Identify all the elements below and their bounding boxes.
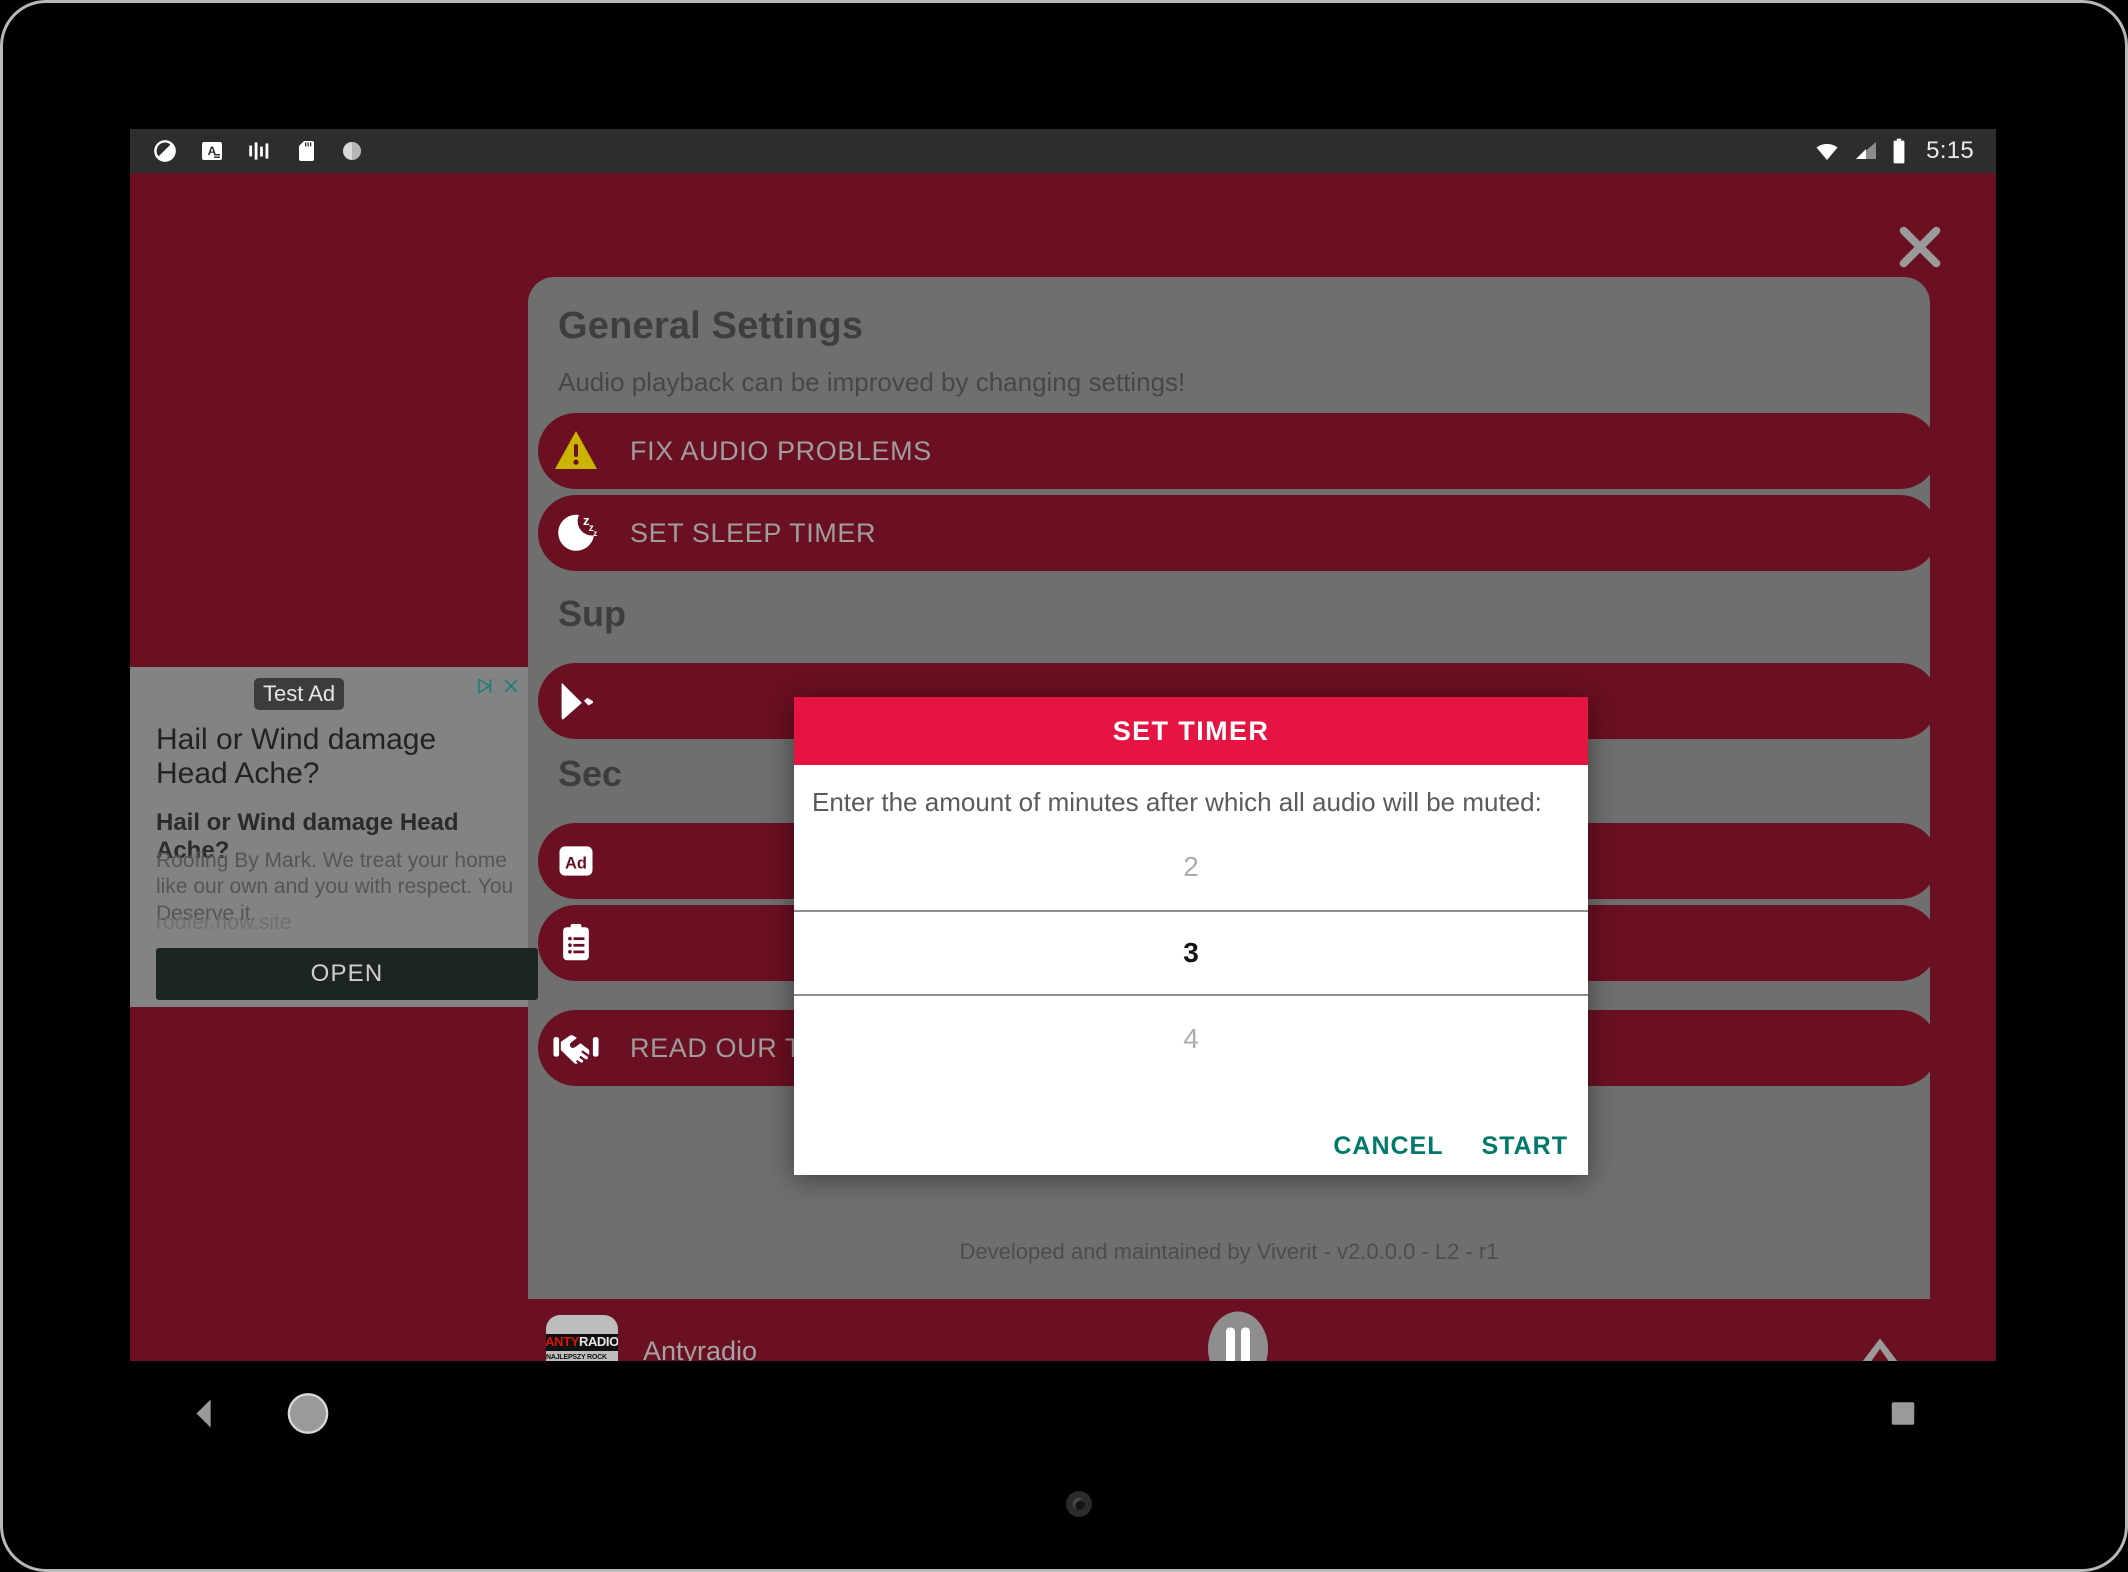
row-label: SET SLEEP TIMER (630, 517, 877, 548)
close-icon[interactable] (502, 677, 520, 700)
ad-url: roofer.now.site (156, 911, 292, 934)
device-screen: A 5:15 General Settings Audio playback c… (130, 129, 1996, 1361)
ad-open-button[interactable]: OPEN (156, 948, 538, 1000)
set-timer-dialog: SET TIMER Enter the amount of minutes af… (794, 697, 1588, 1175)
section-heading-security: Sec (558, 753, 623, 794)
warning-triangle-icon (538, 413, 614, 489)
test-ad-badge: Test Ad (254, 678, 345, 710)
row-fix-audio-problems[interactable]: FIX AUDIO PROBLEMS (538, 413, 1938, 489)
station-logo-wordmark: ANTYRADIO (546, 1334, 618, 1351)
chevron-up-icon[interactable] (1852, 1327, 1908, 1361)
battery-icon (1891, 138, 1907, 164)
svg-text:Ad: Ad (565, 854, 587, 872)
start-button[interactable]: START (1482, 1132, 1568, 1161)
svg-text:z: z (593, 529, 597, 538)
wifi-icon (1813, 139, 1841, 163)
dialog-title: SET TIMER (1112, 715, 1270, 746)
dialog-actions: CANCEL START (1333, 1132, 1568, 1161)
cancel-button[interactable]: CANCEL (1333, 1132, 1443, 1161)
page-title: General Settings (558, 305, 864, 347)
google-play-icon (538, 663, 614, 739)
status-time: 5:15 (1926, 137, 1974, 164)
font-size-a-icon: A (200, 139, 224, 163)
ad-panel[interactable]: Test Ad Hail or Wind damage Head Ache? H… (130, 667, 538, 1007)
player-pill[interactable]: ANTYRADIO NAJLEPSZY ROCK NA SWIECIE Anty… (538, 1307, 1938, 1361)
adchoices-icon[interactable] (475, 677, 495, 700)
tablet-frame: A 5:15 General Settings Audio playback c… (0, 0, 2128, 1572)
ad-icon: Ad (538, 823, 614, 899)
picker-option-previous[interactable]: 2 (794, 824, 1588, 910)
section-heading-support: Sup (558, 593, 626, 634)
ad-controls[interactable] (475, 677, 520, 700)
ad-headline: Hail or Wind damage Head Ache? (156, 723, 437, 790)
pause-icon[interactable] (1206, 1310, 1270, 1361)
sleep-moon-icon: z z z (538, 495, 614, 571)
cell-signal-icon (1854, 139, 1878, 163)
picker-option-selected[interactable]: 3 (794, 910, 1588, 996)
status-bar: A 5:15 (130, 129, 1996, 173)
sync-icon (340, 139, 364, 163)
station-logo-tagline: NAJLEPSZY ROCK NA SWIECIE (546, 1353, 607, 1361)
row-set-sleep-timer[interactable]: z z z SET SLEEP TIMER (538, 495, 1938, 571)
equalizer-icon (246, 138, 272, 164)
home-circle-icon[interactable] (285, 1391, 331, 1442)
front-camera (1066, 1491, 1092, 1517)
player-bar: ANTYRADIO NAJLEPSZY ROCK NA SWIECIE Anty… (528, 1299, 1938, 1361)
android-navigation-bar (130, 1361, 1996, 1471)
app-footer-note: Developed and maintained by Viverit - v2… (959, 1239, 1499, 1264)
app-background: General Settings Audio playback can be i… (130, 173, 1996, 1361)
svg-text:A: A (208, 144, 217, 158)
page-subtitle: Audio playback can be improved by changi… (558, 367, 1186, 397)
back-triangle-icon[interactable] (188, 1395, 222, 1438)
close-icon[interactable] (1892, 219, 1948, 275)
handshake-icon (538, 1010, 614, 1086)
do-not-disturb-icon (152, 138, 178, 164)
station-name: Antyradio (643, 1335, 758, 1362)
dialog-prompt: Enter the amount of minutes after which … (812, 787, 1542, 817)
dialog-title-bar: SET TIMER (794, 697, 1588, 765)
station-logo: ANTYRADIO NAJLEPSZY ROCK NA SWIECIE (546, 1315, 618, 1361)
minutes-number-picker[interactable]: 2 3 4 (794, 824, 1588, 1082)
row-label: FIX AUDIO PROBLEMS (630, 435, 932, 466)
picker-option-next[interactable]: 4 (794, 996, 1588, 1082)
clipboard-list-icon (538, 905, 614, 981)
recents-square-icon[interactable] (1888, 1399, 1918, 1434)
sd-card-icon (294, 139, 318, 163)
